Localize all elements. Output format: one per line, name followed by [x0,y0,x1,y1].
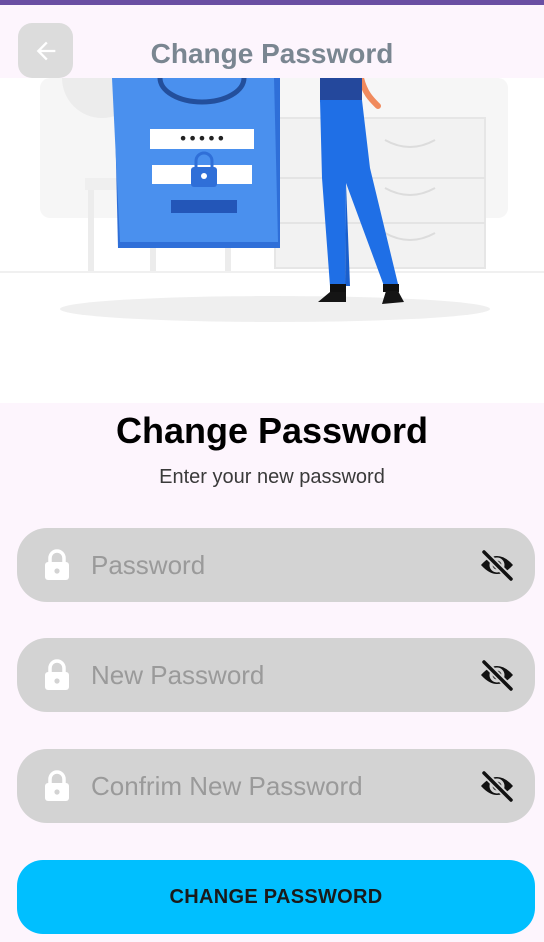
app-bar-title: Change Password [150,38,394,69]
eye-off-icon[interactable] [479,658,515,692]
new-password-field[interactable] [17,638,535,712]
hero-illustration: ••••• [0,78,544,403]
lock-icon [45,549,69,580]
new-password-input[interactable] [91,638,471,712]
eye-off-icon[interactable] [479,548,515,582]
hero-masked-text: ••••• [178,129,225,148]
page-heading: Change Password [115,410,429,451]
lock-icon [45,770,69,801]
current-password-field[interactable] [17,528,535,602]
page-subheading: Enter your new password [159,466,385,488]
confirm-password-input[interactable] [91,749,471,823]
lock-icon [45,659,69,690]
change-password-button[interactable]: CHANGE PASSWORD [17,860,535,934]
confirm-password-field[interactable] [17,749,535,823]
eye-off-icon[interactable] [479,769,515,803]
current-password-input[interactable] [91,528,471,602]
app-bar: Change Password [0,5,544,78]
